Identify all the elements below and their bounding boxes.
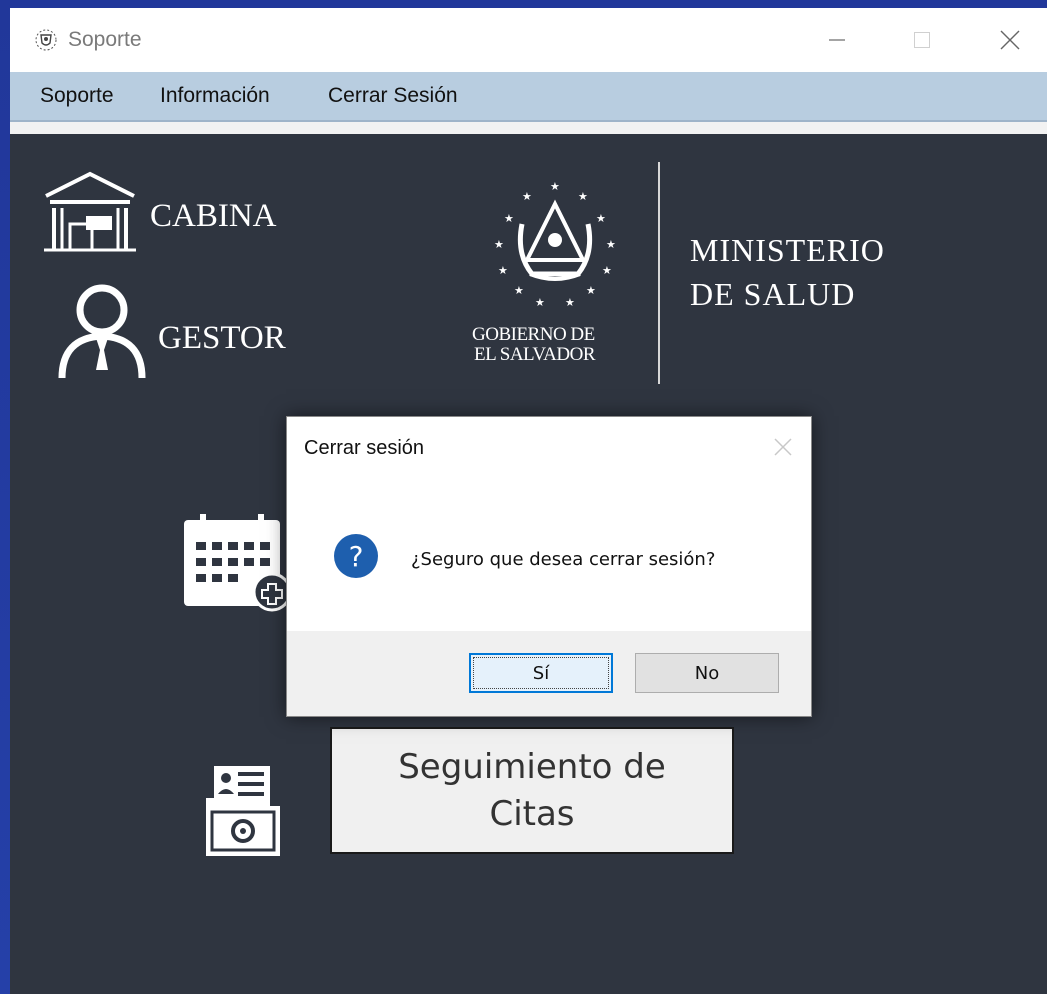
yes-button-label: Sí	[532, 662, 550, 684]
question-icon: ?	[334, 534, 378, 578]
maximize-button	[892, 8, 952, 72]
svg-text:★: ★	[586, 284, 596, 297]
svg-text:?: ?	[349, 540, 364, 573]
svg-text:★: ★	[514, 284, 524, 297]
calendar-add-icon[interactable]	[180, 512, 290, 612]
ministerio-line1: MINISTERIO	[690, 232, 885, 268]
minimize-icon	[829, 39, 845, 41]
svg-text:★: ★	[498, 264, 508, 277]
seguimiento-citas-button[interactable]: Seguimiento de Citas	[330, 727, 734, 854]
no-button-label: No	[694, 662, 720, 684]
gobierno-line2: EL SALVADOR	[474, 344, 596, 365]
dialog-close-icon[interactable]	[769, 433, 797, 461]
salvador-shield-icon	[35, 29, 57, 51]
svg-text:★: ★	[535, 296, 545, 309]
minimize-button[interactable]	[807, 8, 867, 72]
dialog-message: ¿Seguro que desea cerrar sesión?	[411, 549, 716, 570]
close-icon	[1000, 30, 1020, 50]
ministerio-line2: DE SALUD	[690, 276, 856, 312]
dialog-title: Cerrar sesión	[304, 437, 425, 459]
logout-dialog: Cerrar sesión ? ¿Seguro que desea cerrar…	[286, 416, 812, 717]
coat-of-arms-icon: ★ ★ ★ ★ ★ ★ ★ ★ ★ ★ ★ ★ ★	[494, 180, 616, 309]
menu-cerrar-sesion[interactable]: Cerrar Sesión	[328, 84, 458, 108]
cabina-label: CABINA	[150, 198, 277, 234]
svg-text:★: ★	[504, 212, 514, 225]
seguimiento-line2: Citas	[489, 793, 575, 834]
svg-text:★: ★	[578, 190, 588, 203]
svg-text:★: ★	[550, 180, 560, 193]
dialog-footer: Sí No	[287, 631, 811, 716]
menu-bar: Soporte Información Cerrar Sesión	[10, 72, 1047, 122]
gestor-label: GESTOR	[158, 320, 286, 356]
seguimiento-line1: Seguimiento de	[398, 746, 666, 787]
maximize-icon	[914, 32, 930, 48]
building-icon	[44, 171, 136, 252]
title-bar: Soporte	[10, 8, 1047, 72]
user-icon	[58, 284, 146, 379]
svg-text:★: ★	[565, 296, 575, 309]
seguimiento-button-label: Seguimiento de Citas	[398, 744, 666, 838]
brand-divider	[658, 162, 660, 384]
svg-text:★: ★	[522, 190, 532, 203]
close-button[interactable]	[980, 8, 1040, 72]
menu-informacion[interactable]: Información	[160, 84, 270, 108]
menu-separator	[10, 122, 1047, 134]
desktop: Soporte Soporte Información Cerrar Sesió…	[0, 0, 1047, 994]
svg-text:★: ★	[602, 264, 612, 277]
svg-text:★: ★	[606, 238, 616, 251]
svg-text:★: ★	[596, 212, 606, 225]
yes-button[interactable]: Sí	[469, 653, 613, 693]
gobierno-line1: GOBIERNO DE	[472, 324, 595, 345]
window-title: Soporte	[68, 28, 142, 51]
menu-soporte[interactable]: Soporte	[40, 84, 114, 108]
no-button[interactable]: No	[635, 653, 779, 693]
medical-folder-icon[interactable]	[202, 762, 284, 858]
svg-text:★: ★	[494, 238, 504, 251]
